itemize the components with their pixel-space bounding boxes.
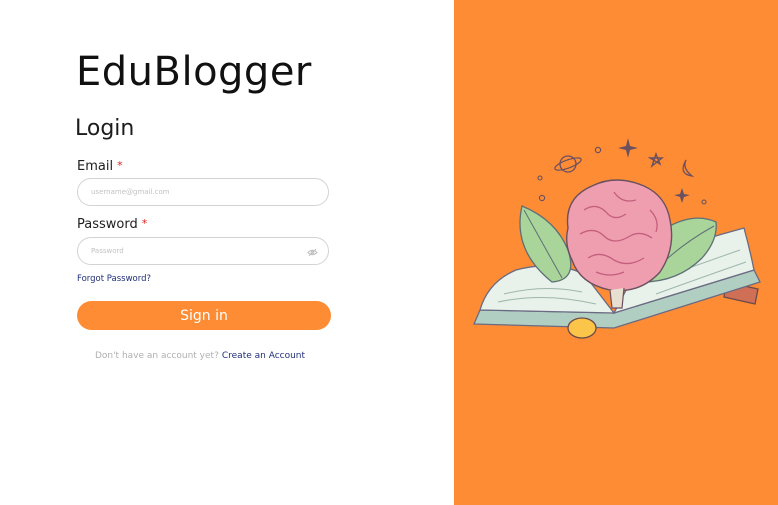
sign-in-button[interactable]: Sign in <box>77 301 331 330</box>
login-heading: Login <box>75 116 135 141</box>
eye-slash-icon[interactable] <box>306 247 318 257</box>
brand-title: EduBlogger <box>76 49 312 95</box>
signup-row: Don't have an account yet? Create an Acco… <box>0 351 400 361</box>
password-input[interactable] <box>77 237 329 265</box>
password-label-text: Password <box>77 217 138 232</box>
signup-prompt: Don't have an account yet? <box>94 351 219 361</box>
email-label: Email * <box>77 159 123 174</box>
email-required-mark: * <box>117 159 123 172</box>
create-account-link[interactable]: Create an Account <box>222 351 305 361</box>
forgot-password-link[interactable]: Forgot Password? <box>77 274 151 284</box>
password-required-mark: * <box>141 217 148 230</box>
email-label-text: Email <box>77 159 114 174</box>
login-panel: EduBlogger Login Email* Password* Forgot… <box>0 0 454 505</box>
password-label: Password * <box>77 217 147 232</box>
brain-on-book-illustration <box>473 138 761 339</box>
email-input[interactable] <box>77 178 329 206</box>
